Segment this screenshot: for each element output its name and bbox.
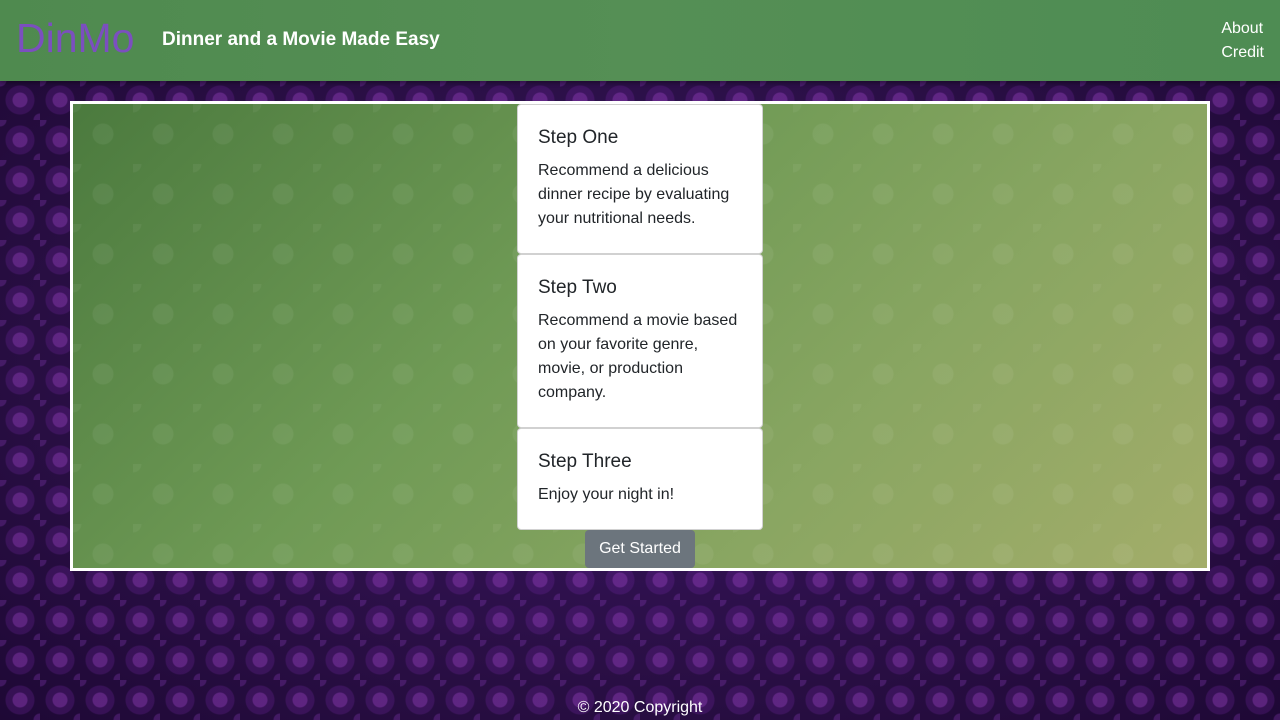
steps-list: Step One Recommend a delicious dinner re… xyxy=(517,104,763,530)
step-description: Recommend a movie based on your favorite… xyxy=(538,312,738,401)
brand-logo[interactable]: DinMo xyxy=(16,14,134,62)
nav-links: About Credit xyxy=(1221,17,1264,65)
step-card-one: Step One Recommend a delicious dinner re… xyxy=(517,104,763,254)
step-description: Recommend a delicious dinner recipe by e… xyxy=(538,162,730,227)
get-started-button[interactable]: Get Started xyxy=(585,530,695,568)
step-description: Enjoy your night in! xyxy=(538,486,675,503)
step-card-two: Step Two Recommend a movie based on your… xyxy=(517,254,763,428)
step-title: Step Two xyxy=(538,277,617,298)
site-tagline: Dinner and a Movie Made Easy xyxy=(162,29,440,50)
nav-link-about[interactable]: About xyxy=(1221,17,1263,41)
step-title: Step One xyxy=(538,127,619,148)
step-card-three: Step Three Enjoy your night in! xyxy=(517,428,763,530)
top-navbar: DinMo Dinner and a Movie Made Easy About… xyxy=(0,0,1280,81)
step-title: Step Three xyxy=(538,451,632,472)
footer-copyright: © 2020 Copyright xyxy=(577,699,703,716)
nav-link-credit[interactable]: Credit xyxy=(1221,41,1264,65)
